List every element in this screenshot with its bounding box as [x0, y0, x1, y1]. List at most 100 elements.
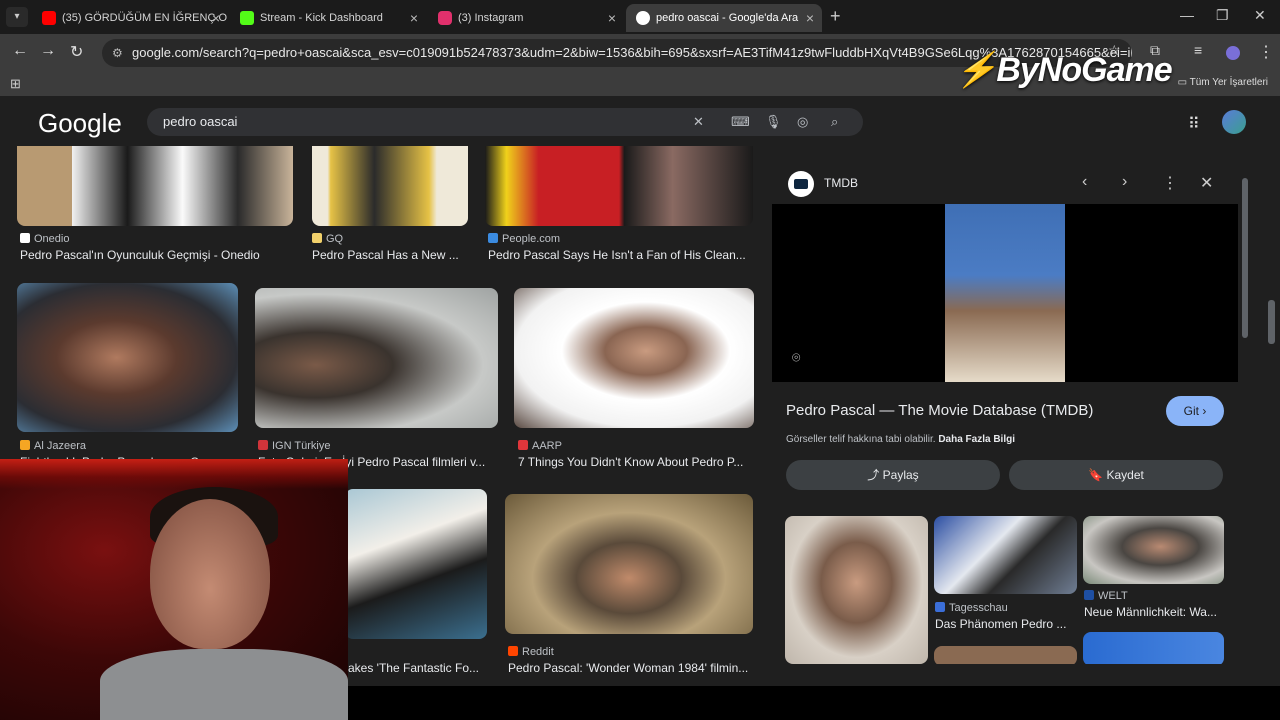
result-source[interactable]: IGN Türkiye — [258, 440, 330, 452]
share-icon: ⤴ — [867, 468, 880, 482]
result-caption[interactable]: Pedro Pascal: 'Wonder Woman 1984' filmin… — [508, 661, 752, 675]
minimize-icon[interactable]: — — [1180, 7, 1194, 23]
result-source[interactable]: People.com — [488, 233, 560, 245]
lens-search-icon[interactable]: ⌾ — [792, 349, 800, 366]
close-icon[interactable]: × — [410, 4, 418, 32]
scrollbar-thumb[interactable] — [1242, 178, 1248, 338]
watermark-logo: ⚡ByNoGame — [955, 51, 1173, 89]
instagram-icon — [438, 11, 452, 25]
related-source[interactable]: Tagesschau — [935, 602, 1008, 614]
restore-icon[interactable]: ❐ — [1216, 7, 1229, 24]
close-icon[interactable]: × — [608, 4, 616, 32]
result-caption[interactable]: Pedro Pascal Says He Isn't a Fan of His … — [488, 248, 750, 262]
visit-button[interactable]: Git › — [1166, 396, 1224, 426]
related-caption[interactable]: Das Phänomen Pedro ... — [935, 617, 1075, 631]
menu-icon[interactable]: ⋮ — [1258, 42, 1274, 62]
copyright-notice: Görseller telif hakkına tabi olabilir. D… — [786, 434, 1015, 445]
source-label: Al Jazeera — [34, 440, 86, 452]
related-source[interactable]: WELT — [1084, 590, 1128, 602]
watermark-text: ByNoGame — [996, 51, 1172, 89]
panel-site-name[interactable]: TMDB — [824, 176, 858, 190]
chevron-left-icon[interactable]: ‹ — [1082, 173, 1087, 191]
source-label: IGN Türkiye — [272, 440, 331, 452]
source-icon — [20, 233, 30, 243]
search-query: pedro oascai — [163, 114, 238, 129]
result-source[interactable]: Al Jazeera — [20, 440, 86, 452]
result-image[interactable] — [505, 494, 753, 634]
result-caption[interactable]: 7 Things You Didn't Know About Pedro P..… — [518, 455, 752, 469]
result-image[interactable] — [345, 489, 487, 639]
result-source[interactable]: Onedio — [20, 233, 69, 245]
more-info-link[interactable]: Daha Fazla Bilgi — [938, 434, 1015, 445]
google-icon — [636, 11, 650, 25]
site-info-icon[interactable]: ⚙ — [112, 39, 123, 67]
tab-title: pedro oascai - Google'da Ara — [656, 12, 799, 24]
chevron-right-icon[interactable]: › — [1122, 173, 1127, 191]
keyboard-icon[interactable]: ⌨ — [731, 108, 750, 136]
related-image[interactable] — [934, 646, 1077, 664]
result-image[interactable] — [485, 146, 753, 226]
search-icon[interactable]: ⌕ — [831, 108, 838, 136]
google-apps-icon[interactable]: ⠿ — [1188, 114, 1200, 134]
related-image[interactable] — [785, 516, 928, 664]
source-label: Tagesschau — [949, 602, 1008, 614]
share-button[interactable]: ⤴ Paylaş — [786, 460, 1000, 490]
result-image[interactable] — [312, 146, 468, 226]
google-header: Google pedro oascai ✕ ⌨ 🎙 ◎ ⌕ ⠿ — [0, 96, 1280, 146]
related-image[interactable] — [1083, 632, 1224, 664]
tab-title: (3) Instagram — [458, 12, 524, 24]
tab-search-button[interactable]: ▾ — [6, 7, 28, 27]
related-image[interactable] — [1083, 516, 1224, 584]
related-image[interactable] — [934, 516, 1077, 594]
related-images: Tagesschau Das Phänomen Pedro ... WELT N… — [772, 502, 1238, 664]
close-icon[interactable]: ✕ — [1200, 173, 1213, 193]
result-caption[interactable]: Pedro Pascal Has a New ... — [312, 248, 468, 262]
more-options-icon[interactable]: ⋮ — [1162, 173, 1178, 193]
source-icon — [508, 646, 518, 656]
source-label: GQ — [326, 233, 344, 245]
profile-avatar[interactable] — [1226, 46, 1240, 60]
panel-scrollbar[interactable] — [1242, 166, 1248, 660]
clear-icon[interactable]: ✕ — [693, 108, 704, 136]
result-image[interactable] — [17, 283, 238, 432]
copyright-text: Görseller telif hakkına tabi olabilir. — [786, 434, 936, 445]
close-icon[interactable]: × — [806, 4, 814, 32]
source-icon — [518, 440, 528, 450]
related-caption[interactable]: Neue Männlichkeit: Wa... — [1084, 605, 1224, 619]
result-image[interactable] — [255, 288, 498, 428]
result-source[interactable]: GQ — [312, 233, 343, 245]
search-input[interactable]: pedro oascai ✕ ⌨ 🎙 ◎ ⌕ — [147, 108, 863, 136]
all-bookmarks-folder[interactable]: ▭ Tüm Yer İşaretleri — [1178, 77, 1268, 88]
account-avatar[interactable] — [1222, 110, 1246, 134]
preview-image[interactable] — [945, 204, 1065, 382]
apps-icon[interactable]: ⊞ — [10, 76, 21, 92]
new-tab-button[interactable]: + — [830, 6, 841, 27]
panel-title[interactable]: Pedro Pascal — The Movie Database (TMDB) — [786, 402, 1093, 419]
reload-icon[interactable]: ↻ — [70, 42, 83, 62]
source-icon — [1084, 590, 1094, 600]
forward-icon[interactable]: → — [40, 42, 56, 60]
close-icon[interactable]: × — [212, 4, 220, 32]
google-logo[interactable]: Google — [38, 108, 122, 139]
page-scrollbar-thumb[interactable] — [1268, 300, 1275, 344]
kick-icon — [240, 11, 254, 25]
close-window-icon[interactable]: ✕ — [1254, 7, 1266, 24]
mic-icon[interactable]: 🎙 — [765, 108, 782, 136]
share-label: Paylaş — [882, 468, 919, 482]
result-image[interactable] — [514, 288, 754, 428]
result-source[interactable]: AARP — [518, 440, 562, 452]
tab-kick[interactable]: Stream - Kick Dashboard × — [230, 4, 426, 32]
tab-google[interactable]: pedro oascai - Google'da Ara × — [626, 4, 822, 32]
media-icon[interactable]: ≡ — [1194, 42, 1202, 58]
result-image[interactable] — [17, 146, 293, 226]
result-source[interactable]: Reddit — [508, 646, 554, 658]
tab-title: (35) GÖRDÜĞÜM EN İĞRENÇ O — [62, 12, 228, 24]
back-icon[interactable]: ← — [12, 42, 28, 60]
save-button[interactable]: 🔖 Kaydet — [1009, 460, 1223, 490]
result-caption[interactable]: Pedro Pascal'ın Oyunculuk Geçmişi - Oned… — [20, 248, 282, 262]
youtube-icon — [42, 11, 56, 25]
result-caption[interactable]: akes 'The Fantastic Fo... — [348, 661, 484, 675]
tab-youtube[interactable]: (35) GÖRDÜĞÜM EN İĞRENÇ O × — [32, 4, 228, 32]
tab-instagram[interactable]: (3) Instagram × — [428, 4, 624, 32]
lens-icon[interactable]: ◎ — [797, 108, 808, 136]
